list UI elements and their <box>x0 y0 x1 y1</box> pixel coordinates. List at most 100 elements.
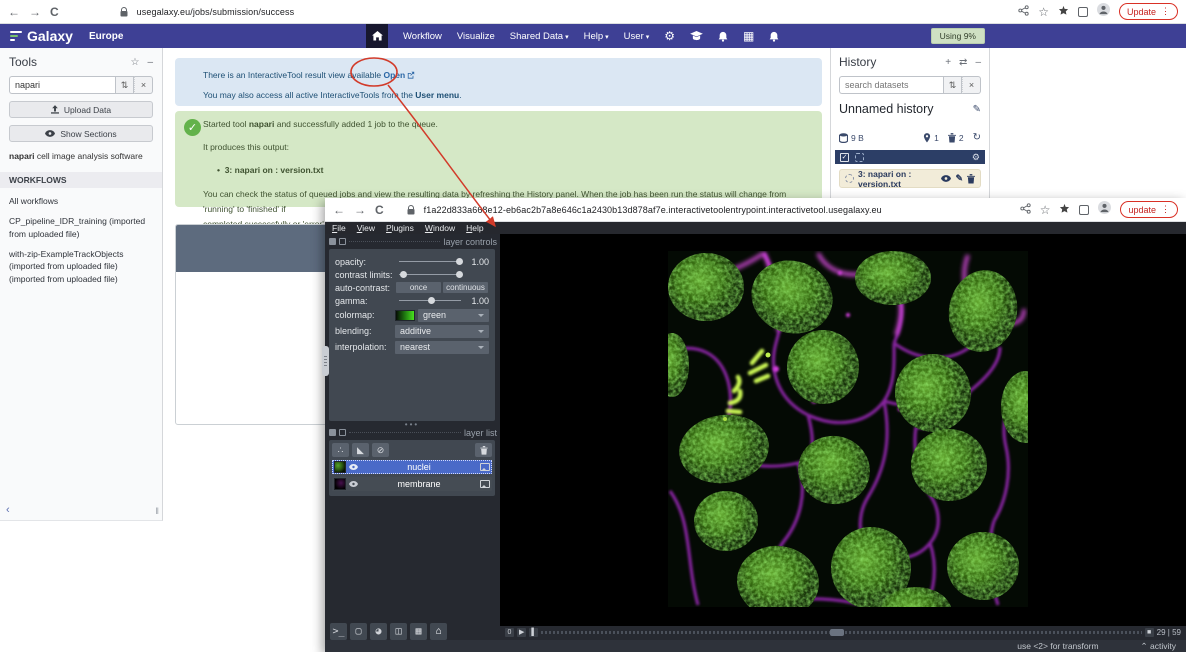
history-search-input[interactable] <box>839 76 943 94</box>
nav-workflow[interactable]: Workflow <box>403 31 442 42</box>
dataset-item[interactable]: 3: napari on : version.txt ✎ <box>839 169 981 188</box>
frame-mode-button[interactable]: ▌ <box>529 628 538 637</box>
home-reset-view-button[interactable]: ⌂ <box>430 623 447 640</box>
auto-contrast-continuous-button[interactable]: continuous <box>443 282 488 293</box>
share-icon[interactable] <box>1020 201 1031 219</box>
tools-search-options-icon[interactable]: ⇅ <box>115 76 134 94</box>
new-points-layer-button[interactable]: ∴ <box>332 443 349 457</box>
last-frame-button[interactable]: ■ <box>1145 628 1154 637</box>
new-shapes-layer-button[interactable]: ◣ <box>352 443 369 457</box>
bookmark-star-icon[interactable]: ☆ <box>1038 6 1049 18</box>
refresh-history-icon[interactable]: ↻ <box>973 132 981 143</box>
dock-float-icon[interactable] <box>329 238 336 245</box>
training-cap-icon[interactable] <box>690 31 703 41</box>
select-all-checkbox[interactable]: ✓ <box>840 153 849 162</box>
menu-help[interactable]: Help <box>466 223 483 233</box>
nav-visualize[interactable]: Visualize <box>457 31 495 42</box>
reload-icon[interactable]: C <box>50 6 59 18</box>
extension-icon[interactable] <box>1059 201 1070 219</box>
forward-icon[interactable]: → <box>354 204 366 216</box>
dock-hide-icon[interactable] <box>339 238 346 245</box>
blending-dropdown[interactable]: additive <box>395 325 489 338</box>
upload-data-button[interactable]: Upload Data <box>9 101 153 118</box>
profile-avatar-icon[interactable] <box>1097 3 1110 21</box>
contrast-limits-slider[interactable] <box>399 274 461 275</box>
forward-icon[interactable]: → <box>29 6 41 18</box>
delete-layer-button[interactable] <box>475 443 492 457</box>
tab-window-icon[interactable] <box>1079 205 1089 215</box>
collapse-panel-icon[interactable]: – <box>147 57 153 68</box>
edit-history-name-icon[interactable]: ✎ <box>973 104 981 115</box>
address-url[interactable]: f1a22d833a668e12-eb6ac2b7a8e646c1a2430b1… <box>424 205 882 215</box>
tool-result-napari[interactable]: napari cell image analysis software <box>9 151 153 162</box>
layer-row-membrane[interactable]: membrane <box>332 477 492 491</box>
menu-view[interactable]: View <box>357 223 375 233</box>
reload-icon[interactable]: C <box>375 204 384 216</box>
history-gear-icon[interactable]: ⚙ <box>972 152 980 163</box>
home-tab[interactable] <box>366 24 388 48</box>
workflow-item-cp-pipeline[interactable]: CP_pipeline_IDR_training (imported from … <box>9 215 153 241</box>
nav-user[interactable]: User▾ <box>624 31 650 42</box>
galaxy-logo-icon[interactable] <box>10 31 22 41</box>
shown-pin-icon[interactable] <box>923 133 931 143</box>
frame-slider[interactable] <box>541 631 1141 634</box>
layer-name[interactable]: nuclei <box>361 462 477 472</box>
panel-resize-grip[interactable]: ‖ <box>155 506 159 516</box>
dock-resize-grip[interactable] <box>322 346 329 376</box>
history-filter-icon[interactable]: ⇅ <box>943 76 962 94</box>
share-icon[interactable] <box>1018 3 1029 21</box>
dataset-delete-icon[interactable] <box>967 174 975 184</box>
new-history-plus-icon[interactable]: + <box>945 57 951 68</box>
layer-name[interactable]: membrane <box>361 479 477 489</box>
dataset-name[interactable]: 3: napari on : version.txt <box>858 169 937 189</box>
ndisplay-toggle-button[interactable]: ▢ <box>350 623 367 640</box>
show-sections-button[interactable]: Show Sections <box>9 125 153 142</box>
colormap-dropdown[interactable]: green <box>418 309 489 322</box>
browser-update-button[interactable]: Update⋮ <box>1119 3 1178 20</box>
interpolation-dropdown[interactable]: nearest <box>395 341 489 354</box>
transpose-dimensions-button[interactable]: ◫ <box>390 623 407 640</box>
dataset-eye-icon[interactable] <box>941 175 951 182</box>
layer-row-nuclei[interactable]: nuclei <box>332 460 492 474</box>
favorites-star-icon[interactable]: ☆ <box>130 57 139 68</box>
history-search-clear-icon[interactable]: × <box>962 76 981 94</box>
nav-help[interactable]: Help▾ <box>584 31 609 42</box>
viewer-canvas[interactable] <box>500 234 1186 626</box>
selection-mode-icon[interactable] <box>855 153 864 162</box>
activity-toggle[interactable]: ⌃ activity <box>1141 641 1176 652</box>
tools-search-clear-icon[interactable]: × <box>134 76 153 94</box>
output-dataset-item[interactable]: • 3: napari on : version.txt <box>217 165 808 175</box>
profile-avatar-icon[interactable] <box>1098 201 1111 219</box>
dock-float-icon[interactable] <box>329 429 336 436</box>
grid-apps-icon[interactable]: ▦ <box>743 29 754 43</box>
workflow-item-with-zip[interactable]: with-zip-ExampleTrackObjects (imported f… <box>9 248 153 286</box>
brand-name[interactable]: Galaxy <box>27 28 73 44</box>
deleted-trash-icon[interactable] <box>948 133 956 143</box>
new-labels-layer-button[interactable]: ⊘ <box>372 443 389 457</box>
layer-visibility-eye-icon[interactable] <box>349 464 358 470</box>
opacity-slider[interactable] <box>399 261 461 262</box>
address-url[interactable]: usegalaxy.eu/jobs/submission/success <box>137 7 295 17</box>
roll-dimensions-button[interactable]: ◕ <box>370 623 387 640</box>
extension-icon[interactable] <box>1058 3 1069 21</box>
play-button[interactable]: ▶ <box>517 628 526 637</box>
dataset-edit-icon[interactable]: ✎ <box>955 173 963 184</box>
nav-shared-data[interactable]: Shared Data▾ <box>510 31 569 42</box>
back-icon[interactable]: ← <box>333 204 345 216</box>
history-options-icon[interactable]: – <box>975 57 981 68</box>
frame-slider-handle[interactable] <box>830 629 844 636</box>
grid-view-button[interactable]: ▦ <box>410 623 427 640</box>
tools-search-input[interactable] <box>9 76 115 94</box>
notifications-bell-icon[interactable] <box>718 31 728 42</box>
layer-visibility-eye-icon[interactable] <box>349 481 358 487</box>
switch-history-icon[interactable]: ⇄ <box>959 57 967 68</box>
browser-update-button[interactable]: update⋮ <box>1120 201 1178 218</box>
open-interactivetool-link[interactable]: Open <box>383 70 415 80</box>
dock-hide-icon[interactable] <box>339 429 346 436</box>
gamma-slider[interactable] <box>399 300 461 301</box>
console-button[interactable]: >_ <box>330 623 347 640</box>
menu-window[interactable]: Window <box>425 223 455 233</box>
quota-usage-badge[interactable]: Using 9% <box>931 28 985 44</box>
menu-plugins[interactable]: Plugins <box>386 223 414 233</box>
alerts-bell-icon[interactable] <box>769 31 779 42</box>
